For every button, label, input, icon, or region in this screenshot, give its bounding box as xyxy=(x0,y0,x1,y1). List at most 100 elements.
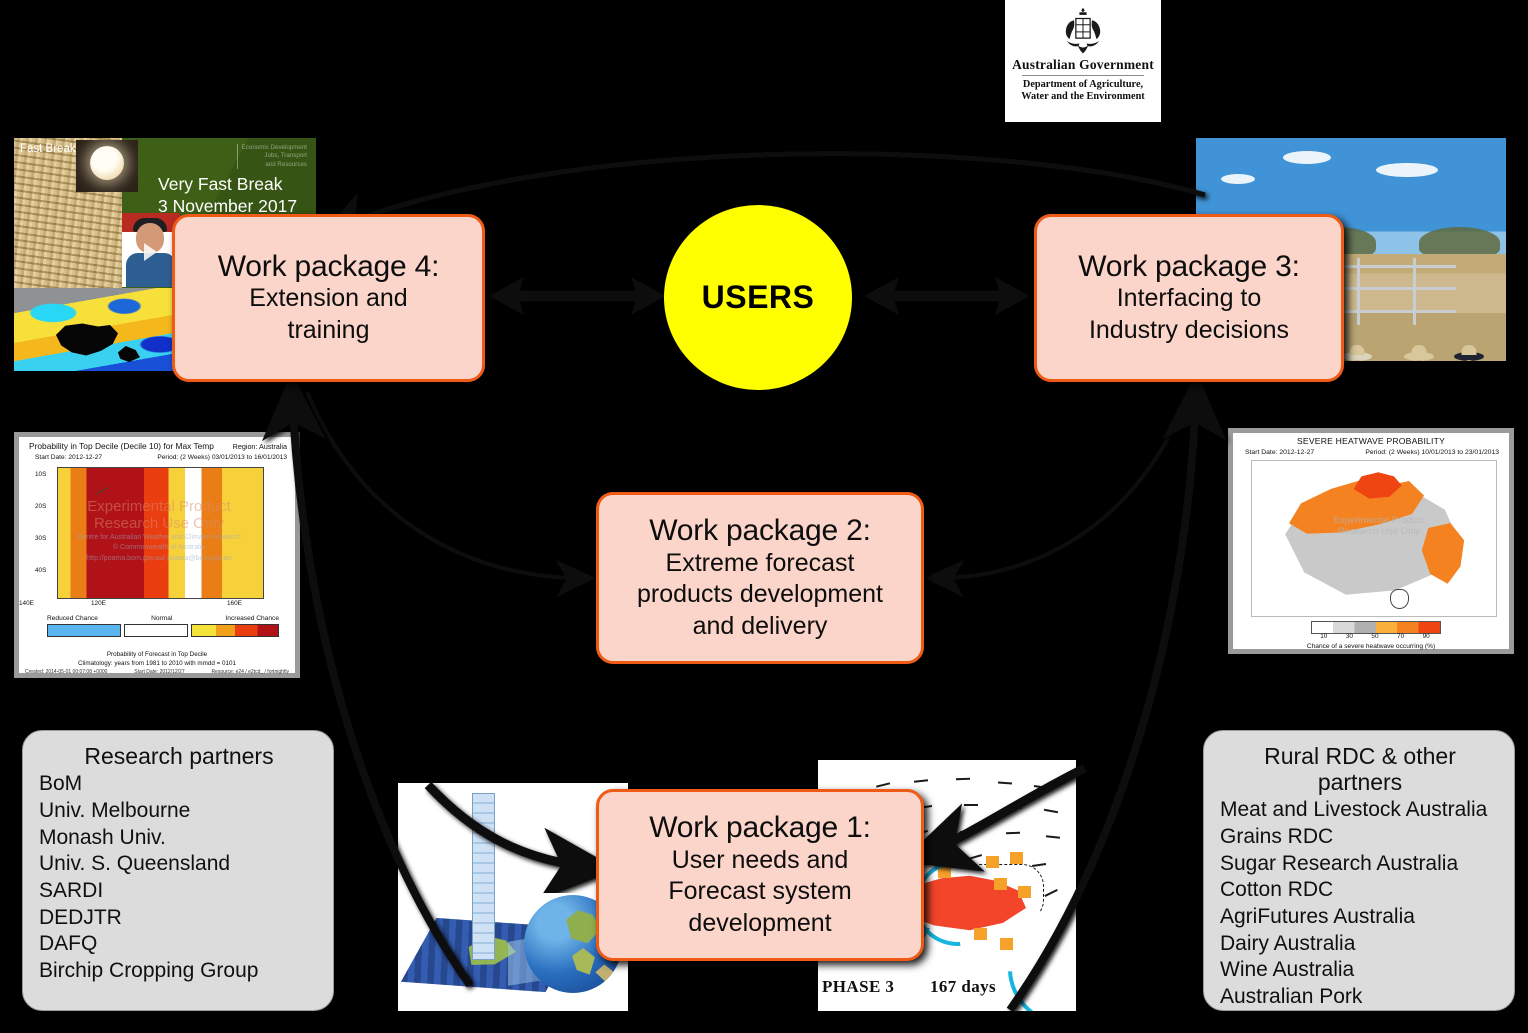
heatwave-tick-0: 10 xyxy=(1320,633,1328,640)
wp2-line2: products development xyxy=(637,580,883,609)
globe-landmass-2 xyxy=(572,947,595,975)
decile-wm-line1: Experimental Product xyxy=(87,498,231,515)
mjo-anomaly-pixel xyxy=(1018,886,1031,898)
arrow-wp4-users xyxy=(489,277,666,315)
decile-legend-reduced: Reduced Chance xyxy=(47,615,98,622)
heatwave-map-title: SEVERE HEATWAVE PROBABILITY xyxy=(1296,436,1446,446)
heatwave-period: Period: (2 Weeks) 10/01/2013 to 23/01/20… xyxy=(1365,449,1499,456)
cloud-3 xyxy=(1220,173,1255,184)
list-item: Meat and Livestock Australia xyxy=(1220,798,1488,822)
decile-wm-line2: Research Use Only xyxy=(93,514,225,532)
wp1-line2: Forecast system xyxy=(668,877,852,906)
wp2-line1: Extreme forecast xyxy=(665,548,855,577)
australian-government-logo: Australian Government Department of Agri… xyxy=(1005,0,1161,122)
heatwave-start-date: Start Date: 2012-12-27 xyxy=(1245,449,1315,456)
arrow-wp3-to-wp2 xyxy=(924,391,1192,598)
list-item: BoM xyxy=(39,772,83,796)
wp1-line3: development xyxy=(688,908,832,937)
decile-ytick-0: 10S xyxy=(35,471,47,478)
wp3-line1: Interfacing to xyxy=(1116,284,1262,313)
list-item: Australian Pork xyxy=(1220,985,1363,1009)
decile-legend-swatches xyxy=(47,624,279,637)
list-item: Birchip Cropping Group xyxy=(39,958,259,982)
severe-heatwave-probability-map: SEVERE HEATWAVE PROBABILITY Start Date: … xyxy=(1228,428,1514,654)
decile-ytick-3: 40S xyxy=(35,567,47,574)
wind-barb xyxy=(1045,835,1061,839)
list-item: AgriFutures Australia xyxy=(1220,905,1415,929)
decile-map-period: Period: (2 Weeks) 03/01/2013 to 16/01/20… xyxy=(157,454,287,461)
wind-barb xyxy=(1033,785,1049,789)
model-atmospheric-column xyxy=(472,793,495,960)
wp4-line2: training xyxy=(287,315,370,344)
research-partners-box: Research partners BoM Univ. Melbourne Mo… xyxy=(22,730,334,1011)
list-item: Univ. S. Queensland xyxy=(39,852,231,876)
list-item: Monash Univ. xyxy=(39,825,166,849)
decile-legend-caption: Probability of Forecast in Top Decile xyxy=(106,651,208,658)
heatwave-map-inner: SEVERE HEATWAVE PROBABILITY Start Date: … xyxy=(1233,433,1509,650)
vfb-sst-anomaly-map xyxy=(14,288,192,371)
wind-barb xyxy=(1044,889,1058,897)
wp3-title: Work package 3: xyxy=(1078,249,1300,283)
wp4-line1: Extension and xyxy=(249,284,408,313)
work-package-1-box[interactable]: Work package 1: User needs and Forecast … xyxy=(596,789,924,961)
rdc-partners-heading: Rural RDC & other partners xyxy=(1220,743,1500,795)
wp1-title: Work package 1: xyxy=(649,810,871,844)
work-package-2-box[interactable]: Work package 2: Extreme forecast product… xyxy=(596,492,924,664)
mjo-anomaly-pixel xyxy=(1000,938,1013,950)
fence-post-2 xyxy=(1413,258,1416,326)
mjo-phase-label: PHASE 3 xyxy=(822,977,895,996)
heatwave-wm-line1: Experimental Product xyxy=(1333,515,1425,526)
heatwave-tick-4: 90 xyxy=(1422,633,1430,640)
climate-model-grid-and-globe-image xyxy=(398,783,628,1011)
list-item: Wine Australia xyxy=(1220,958,1355,982)
gov-logo-divider xyxy=(1022,74,1144,76)
wp3-line2: Industry decisions xyxy=(1088,315,1290,344)
wp2-title: Work package 2: xyxy=(649,513,871,547)
decile-wm-line5: http://poama.bom.gov.au/ poama@bom.gov.a… xyxy=(86,554,232,562)
heatwave-watermark: Experimental Product Research Use Only xyxy=(1304,515,1454,538)
list-item: Grains RDC xyxy=(1220,825,1334,849)
decile-legend: Reduced Chance Normal Increased Chance xyxy=(47,615,279,637)
decile-footer-center: Start Date: 2012/12/27 xyxy=(134,669,185,675)
top-decile-probability-map: Probability in Top Decile (Decile 10) fo… xyxy=(14,432,300,678)
decile-map-inner: Probability in Top Decile (Decile 10) fo… xyxy=(19,437,295,675)
users-node[interactable]: USERS xyxy=(664,205,852,390)
diagram-canvas: Australian Government Department of Agri… xyxy=(0,0,1528,1033)
list-item: Sugar Research Australia xyxy=(1220,851,1459,875)
vfb-crystal-ball-photo xyxy=(76,140,138,192)
play-icon xyxy=(144,243,157,261)
decile-legend-labels: Reduced Chance Normal Increased Chance xyxy=(47,615,279,622)
vfb-title: Very Fast Break xyxy=(158,174,283,194)
decile-swatch-reduced xyxy=(47,624,121,637)
globe-landmass-3 xyxy=(595,964,615,984)
decile-footer-left: Created: 2014-05-01 00:07:08 +0000 xyxy=(25,669,108,675)
decile-map-start-date: Start Date: 2012-12-27 xyxy=(35,454,103,461)
rdc-heading-line1: Rural RDC & other xyxy=(1264,743,1456,769)
wp4-title: Work package 4: xyxy=(217,249,440,283)
wind-barb xyxy=(955,777,971,780)
decile-map-region: Region: Australia xyxy=(232,442,287,451)
vfb-org-line2: Jobs, Transport xyxy=(264,152,307,160)
work-package-3-box[interactable]: Work package 3: Interfacing to Industry … xyxy=(1034,214,1344,382)
sst-australia-shape xyxy=(55,323,118,356)
work-package-4-box[interactable]: Work package 4: Extension and training xyxy=(172,214,485,382)
decile-wm-line3: Centre for Australian Weather and Climat… xyxy=(77,533,241,541)
heatwave-tasmania-outline xyxy=(1390,589,1409,609)
research-partners-heading: Research partners xyxy=(84,743,274,769)
coat-of-arms-icon xyxy=(1065,7,1101,54)
list-item: SARDI xyxy=(39,878,104,902)
gov-dept-line2: Water and the Environment xyxy=(1021,91,1145,103)
heatwave-australia-outline xyxy=(1287,485,1467,602)
mjo-anomaly-pixel xyxy=(986,856,999,868)
list-item: Univ. Melbourne xyxy=(39,798,191,822)
wind-barb xyxy=(1043,808,1059,813)
heatwave-tick-3: 70 xyxy=(1397,633,1405,640)
heatwave-map-area: Experimental Product Research Use Only xyxy=(1251,460,1497,617)
decile-map-title: Probability in Top Decile (Decile 10) fo… xyxy=(29,441,214,451)
vfb-org-line1: Economic Development xyxy=(241,144,307,151)
mjo-anomaly-pixel xyxy=(974,928,987,940)
mjo-anomaly-pixel xyxy=(1010,852,1023,864)
vfb-title-block: Very Fast Break 3 November 2017 xyxy=(158,174,308,218)
heatwave-legend-caption: Chance of a severe heatwave occurring (%… xyxy=(1306,643,1436,650)
gov-dept-line1: Department of Agriculture, xyxy=(1022,78,1144,90)
